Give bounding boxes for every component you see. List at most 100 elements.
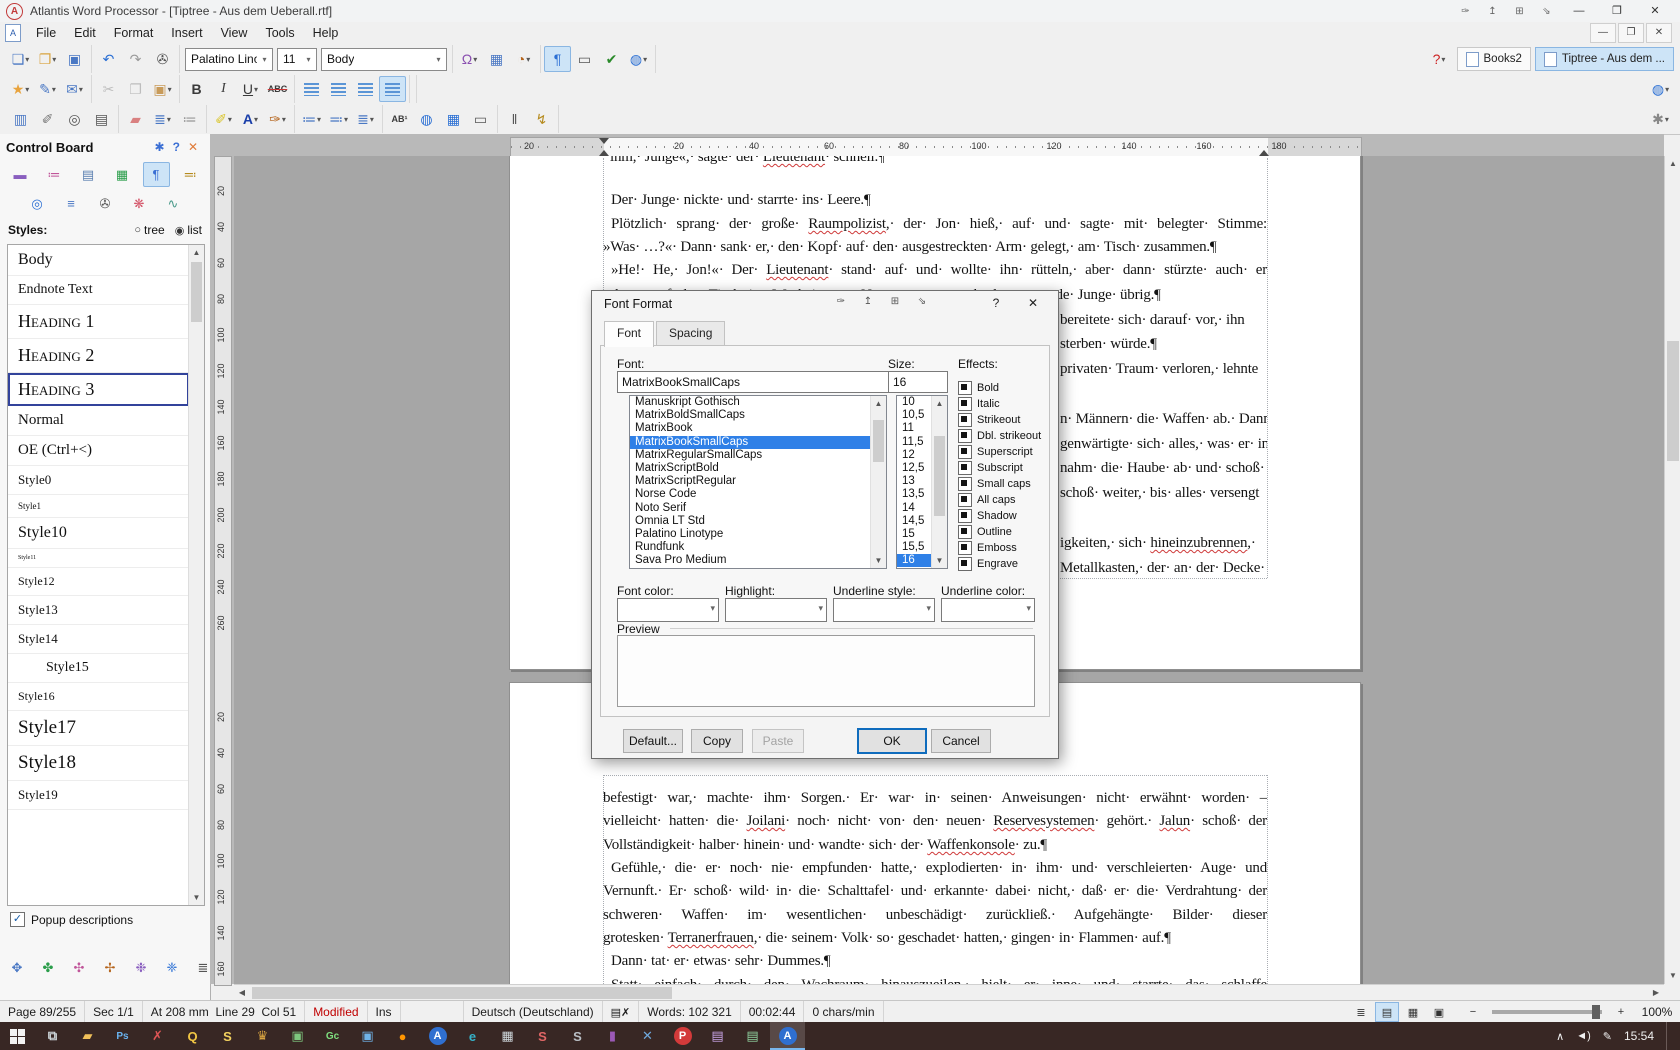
document-text-fragment[interactable]: bereitete· sich· darauf· vor,· ihn	[1060, 310, 1267, 331]
menu-format[interactable]: Format	[105, 22, 163, 44]
print-layout-view-button[interactable]: ▤	[1375, 1002, 1399, 1022]
app-icon-7[interactable]: S	[525, 1022, 560, 1050]
document-text-fragment[interactable]: genwärtigte· sich· alles,· was· er· in	[1060, 434, 1267, 455]
style-combo[interactable]: Body▾	[321, 48, 447, 71]
copy-button[interactable]: ❐	[122, 76, 149, 102]
resize-window-icon[interactable]: ⇘	[1533, 6, 1560, 17]
atlantis-icon[interactable]: A	[420, 1022, 455, 1050]
font-color-button[interactable]: A▾	[237, 106, 264, 132]
font-option-sava-pro-medium[interactable]: Sava Pro Medium	[630, 554, 886, 567]
document-text-line[interactable]: Vollständigkeit· halber· hinein· und· wa…	[603, 835, 1267, 856]
font-option-matrixscriptbold[interactable]: MatrixScriptBold	[630, 462, 886, 475]
align-right-button[interactable]	[352, 76, 379, 102]
align-left-button[interactable]	[298, 76, 325, 102]
styles-tree-radio[interactable]: ○tree	[134, 223, 164, 237]
underline-style-select[interactable]: ▾	[833, 598, 935, 622]
columns-button[interactable]: ‖	[501, 106, 528, 132]
app-icon-6[interactable]: ▣	[350, 1022, 385, 1050]
find-button[interactable]: ✇	[149, 46, 176, 72]
app-icon-5[interactable]: Gc	[315, 1022, 350, 1050]
font-option-norse-code[interactable]: Norse Code	[630, 488, 886, 501]
tab-spacing[interactable]: Spacing	[656, 321, 725, 345]
dialog-help-icon[interactable]: ?	[985, 296, 1007, 310]
font-option-matrixbooksmallcaps[interactable]: MatrixBookSmallCaps	[630, 436, 886, 449]
font-option-matrixregularsmallcaps[interactable]: MatrixRegularSmallCaps	[630, 449, 886, 462]
document-text-fragment[interactable]: n· Männern· die· Waffen· ab.· Dann	[1060, 409, 1267, 430]
text-frame-button[interactable]: ▭	[467, 106, 494, 132]
font-name-input[interactable]	[617, 371, 895, 393]
footnote-button[interactable]: AB¹	[386, 106, 413, 132]
paragraph-tool-icon[interactable]: ≡	[58, 191, 85, 216]
update-fields-button[interactable]: ↯	[528, 106, 555, 132]
effect-shadow-checkbox[interactable]: Shadow	[958, 509, 1017, 523]
font-option-omnia-lt-std[interactable]: Omnia LT Std	[630, 515, 886, 528]
effect-italic-checkbox[interactable]: Italic	[958, 397, 1000, 411]
vertical-ruler[interactable]: 2040608010012014016018020022024026020406…	[210, 156, 234, 984]
app-icon-4[interactable]: ♛	[245, 1022, 280, 1050]
insert-field-button[interactable]: ▦	[483, 46, 510, 72]
print-button[interactable]: ▤	[88, 106, 115, 132]
anchor-icon[interactable]: ⊞	[884, 296, 906, 307]
resize-icon[interactable]: ⇘	[911, 296, 933, 307]
style-item-style15[interactable]: Style15	[8, 654, 189, 683]
scroll-down-icon[interactable]: ▼	[189, 890, 204, 905]
volume-icon[interactable]: ◄)	[1576, 1030, 1591, 1043]
effect-engrave-checkbox[interactable]: Engrave	[958, 557, 1018, 571]
photos-icon[interactable]: ▣	[280, 1022, 315, 1050]
underline-color-select[interactable]: ▾	[941, 598, 1035, 622]
style-item-endnote-text[interactable]: Endnote Text	[8, 276, 189, 305]
insert-datetime-button[interactable]: ◔▾	[510, 46, 537, 72]
sidebar-bottom-icon-6[interactable]: ❈	[161, 958, 183, 978]
style-item-heading-2[interactable]: Heading 2	[8, 339, 189, 373]
first-line-indent-marker[interactable]	[599, 138, 609, 144]
style-item-style17[interactable]: Style17	[8, 711, 189, 746]
new-document-button[interactable]: ❏▾	[7, 46, 34, 72]
document-tab-tiptree-aus-dem-[interactable]: Tiptree - Aus dem ...	[1535, 47, 1674, 71]
book-icon-2[interactable]: ▤	[735, 1022, 770, 1050]
effect-outline-checkbox[interactable]: Outline	[958, 525, 1012, 539]
style-item-style1[interactable]: Style1	[8, 495, 189, 518]
style-item-style16[interactable]: Style16	[8, 683, 189, 711]
styles-panel-icon[interactable]: ≔	[41, 162, 68, 187]
ok-button[interactable]: OK	[857, 728, 927, 754]
align-center-button[interactable]	[325, 76, 352, 102]
zoom-slider[interactable]	[1492, 1010, 1602, 1014]
outline-list-button[interactable]: ≣▾	[352, 106, 379, 132]
menu-file[interactable]: File	[27, 22, 65, 44]
scroll-up-icon[interactable]: ▲	[1665, 156, 1680, 172]
document-text-fragment[interactable]: nahm· die· Haube· ab· und· schoß· in	[1060, 458, 1267, 479]
tools-options-button[interactable]: ✱▾	[1647, 106, 1674, 132]
sidebar-bottom-icon-2[interactable]: ✤	[37, 958, 59, 978]
menu-tools[interactable]: Tools	[256, 22, 303, 44]
cancel-button[interactable]: Cancel	[931, 729, 991, 753]
style-item-style14[interactable]: Style14	[8, 625, 189, 654]
justify-button[interactable]	[379, 76, 406, 102]
highlight-select[interactable]: ▾	[725, 598, 827, 622]
app-icon-8[interactable]: S	[560, 1022, 595, 1050]
font-option-noto-serif[interactable]: Noto Serif	[630, 502, 886, 515]
effect-dbl-strikeout-checkbox[interactable]: Dbl. strikeout	[958, 429, 1041, 443]
style-item-style18[interactable]: Style18	[8, 746, 189, 781]
presentation-icon[interactable]: ▦	[490, 1022, 525, 1050]
shade-window-icon[interactable]: ↥	[1479, 6, 1506, 17]
size-input[interactable]	[888, 371, 948, 393]
gear-icon[interactable]: ✱	[155, 140, 165, 154]
font-name-combo[interactable]: Palatino Linoty▾	[185, 48, 273, 71]
pen-icon[interactable]: ✎	[1603, 1030, 1612, 1043]
favorites-button[interactable]: ★▾	[7, 76, 34, 102]
horizontal-ruler[interactable]: 2020406080100120140160180	[510, 137, 1362, 157]
style-item-heading-1[interactable]: Heading 1	[8, 305, 189, 339]
insert-symbol-button[interactable]: Ω▾	[456, 46, 483, 72]
paste-button[interactable]: Paste	[752, 729, 804, 753]
font-option-palatino-linotype[interactable]: Palatino Linotype	[630, 528, 886, 541]
close-button[interactable]: ✕	[1636, 0, 1674, 22]
italic-button[interactable]: I	[210, 76, 237, 102]
redo-button[interactable]: ↷	[122, 46, 149, 72]
scroll-left-icon[interactable]: ◀	[234, 985, 250, 1001]
clock[interactable]: 15:54	[1624, 1029, 1654, 1043]
copy-formatting-button[interactable]: ≔	[176, 106, 203, 132]
show-formatting-marks-button[interactable]: ¶	[544, 46, 571, 72]
scroll-up-icon[interactable]: ▲	[189, 245, 204, 260]
edge-icon[interactable]: e	[455, 1022, 490, 1050]
menu-help[interactable]: Help	[304, 22, 348, 44]
